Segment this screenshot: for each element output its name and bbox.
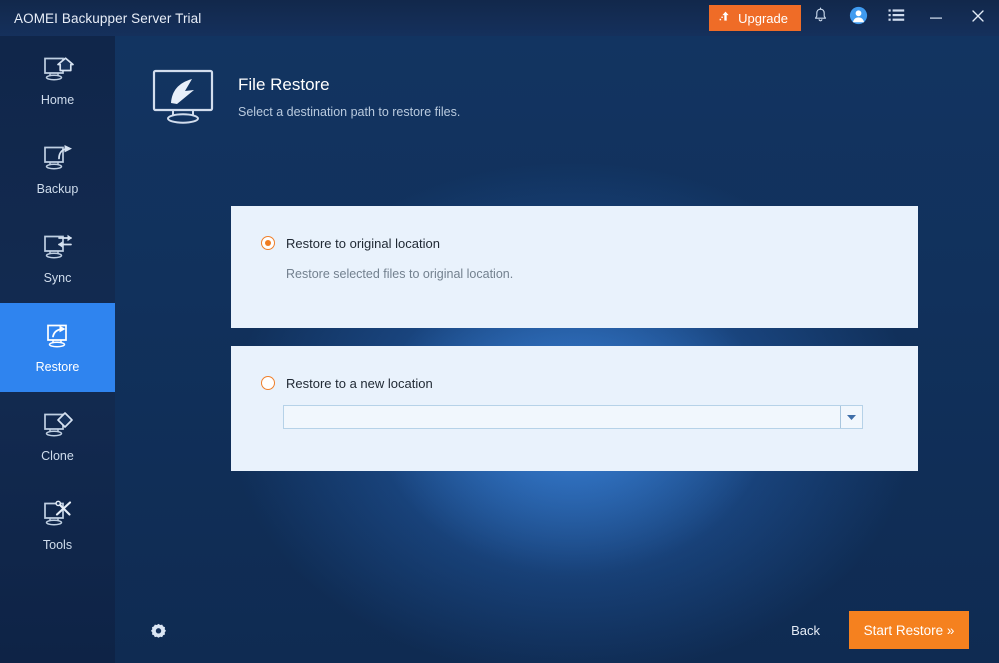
sidebar-label-home: Home — [40, 92, 75, 107]
bell-icon — [812, 7, 829, 29]
account-button[interactable] — [839, 0, 877, 36]
restore-new-location-card[interactable]: Restore to a new location — [231, 346, 918, 471]
restore-original-description: Restore selected files to original locat… — [286, 267, 514, 281]
app-window: AOMEI Backupper Server Trial Upgrade Hom… — [0, 0, 999, 663]
title-bar-controls: Upgrade — [709, 0, 999, 36]
monitor-sync-icon — [41, 233, 75, 263]
sidebar-item-backup[interactable]: Backup — [0, 125, 115, 214]
sidebar-item-home[interactable]: Home — [0, 36, 115, 125]
page-header-text: File Restore Select a destination path t… — [238, 75, 460, 118]
sidebar-item-tools[interactable]: Tools — [0, 481, 115, 570]
monitor-tools-icon — [41, 500, 75, 530]
radio-restore-new-location[interactable] — [261, 376, 275, 390]
upgrade-button[interactable]: Upgrade — [709, 5, 801, 31]
upgrade-arrow-icon — [719, 10, 732, 26]
close-button[interactable] — [957, 0, 999, 36]
restore-original-card[interactable]: Restore to original location Restore sel… — [231, 206, 918, 328]
sidebar-label-restore: Restore — [35, 359, 80, 374]
sidebar-label-backup: Backup — [36, 181, 79, 196]
title-bar: AOMEI Backupper Server Trial Upgrade — [0, 0, 999, 36]
minimize-icon — [928, 8, 944, 29]
page-header: File Restore Select a destination path t… — [148, 66, 460, 128]
destination-path-input[interactable] — [284, 406, 840, 428]
start-restore-button[interactable]: Start Restore » — [849, 611, 969, 649]
monitor-home-icon — [41, 55, 75, 85]
restore-original-label: Restore to original location — [286, 235, 440, 251]
notification-bell-button[interactable] — [801, 0, 839, 36]
sidebar-label-tools: Tools — [42, 537, 73, 552]
sidebar-item-sync[interactable]: Sync — [0, 214, 115, 303]
monitor-clone-icon — [41, 411, 75, 441]
app-title: AOMEI Backupper Server Trial — [14, 10, 202, 26]
page-subtitle: Select a destination path to restore fil… — [238, 104, 461, 119]
sidebar: Home Backup Sync Restore Clone Tools — [0, 36, 115, 663]
page-title: File Restore — [238, 75, 330, 95]
monitor-restore-large-icon — [148, 66, 218, 128]
sidebar-label-sync: Sync — [43, 270, 72, 285]
minimize-button[interactable] — [915, 0, 957, 36]
close-icon — [970, 8, 986, 29]
chevron-down-icon[interactable] — [840, 406, 862, 428]
restore-original-option[interactable]: Restore to original location — [231, 206, 918, 250]
user-account-icon — [849, 6, 868, 30]
sidebar-item-restore[interactable]: Restore — [0, 303, 115, 392]
destination-path-combobox[interactable] — [283, 405, 863, 429]
list-menu-icon — [888, 8, 905, 28]
sidebar-item-clone[interactable]: Clone — [0, 392, 115, 481]
upgrade-button-label: Upgrade — [738, 10, 788, 26]
back-button[interactable]: Back — [785, 619, 826, 642]
settings-button[interactable] — [144, 621, 172, 649]
monitor-share-icon — [41, 144, 75, 174]
restore-new-location-option[interactable]: Restore to a new location — [231, 346, 918, 390]
monitor-restore-icon — [41, 322, 75, 352]
radio-restore-original[interactable] — [261, 236, 275, 250]
menu-list-button[interactable] — [877, 0, 915, 36]
gear-icon — [149, 623, 168, 647]
sidebar-label-clone: Clone — [41, 448, 74, 463]
main-content: File Restore Select a destination path t… — [115, 36, 999, 663]
restore-new-location-label: Restore to a new location — [286, 375, 433, 391]
